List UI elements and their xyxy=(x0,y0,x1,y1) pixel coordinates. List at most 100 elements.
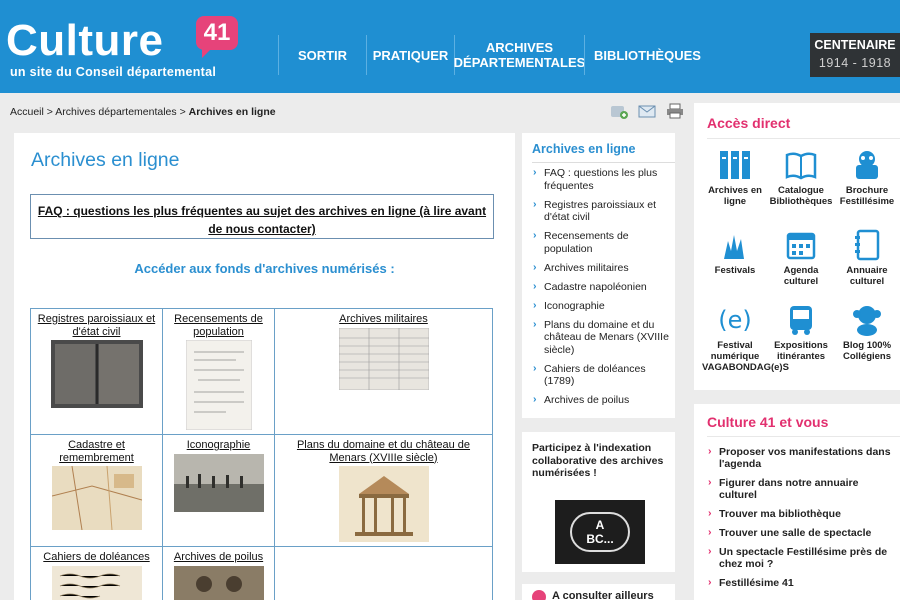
divider xyxy=(707,436,900,437)
directory-icon xyxy=(855,229,880,261)
archives-grid: Registres paroissiaux et d'état civil Re… xyxy=(30,308,493,600)
cell-link-iconographie[interactable]: Iconographie xyxy=(167,439,270,452)
recensements-thumbnail[interactable] xyxy=(185,340,252,430)
print-icon[interactable] xyxy=(666,103,684,119)
mail-icon[interactable] xyxy=(638,103,656,119)
grid-cell-iconographie[interactable]: Iconographie xyxy=(162,434,275,547)
doleances-thumbnail[interactable] xyxy=(51,565,142,600)
culture41-item[interactable]: Figurer dans notre annuaire culturel xyxy=(707,476,897,501)
grid-cell-poilus[interactable]: Archives de poilus xyxy=(162,546,275,600)
festival-hands-icon xyxy=(724,235,744,259)
access-brochure[interactable]: Brochure Festillésime xyxy=(834,147,900,207)
nav-sortir[interactable]: SORTIR xyxy=(278,35,366,75)
monkey-icon xyxy=(853,306,881,336)
submenu-item-recensements[interactable]: Recensements de population xyxy=(532,229,673,255)
access-expositions[interactable]: Expositions itinérantes xyxy=(768,302,834,362)
faq-box: FAQ : questions les plus fréquentes au s… xyxy=(30,194,494,239)
submenu-item-registres[interactable]: Registres paroissiaux et d'état civil xyxy=(532,198,673,224)
registres-thumbnail[interactable] xyxy=(50,340,143,408)
consult-elsewhere-title[interactable]: A consulter ailleurs xyxy=(552,590,654,600)
militaires-thumbnail[interactable] xyxy=(338,327,429,390)
submenu-item-poilus[interactable]: Archives de poilus xyxy=(532,393,673,407)
poilus-thumbnail[interactable] xyxy=(173,565,264,600)
cadastre-thumbnail[interactable] xyxy=(51,466,142,530)
site-logo[interactable]: Culture 41 un site du Conseil départemen… xyxy=(6,10,246,80)
breadcrumb-section[interactable]: Archives départementales xyxy=(55,106,176,118)
access-label: Blog 100% Collégiens xyxy=(842,340,892,362)
archives-icon xyxy=(720,151,750,179)
cell-link-menars[interactable]: Plans du domaine et du château de Menars… xyxy=(279,439,488,464)
page-title: Archives en ligne xyxy=(31,149,180,171)
grid-cell-militaires[interactable]: Archives militaires xyxy=(274,308,493,435)
access-label: Festival numérique VAGABONDAG(e)S xyxy=(702,340,789,373)
quick-access-panel: Accès direct Archives en ligne Catalogue… xyxy=(694,103,900,390)
grid-cell-empty xyxy=(274,546,493,600)
grid-cell-recensements[interactable]: Recensements de population xyxy=(162,308,275,435)
indexation-box[interactable]: Participez à l'indexation collaborative … xyxy=(522,432,675,572)
cell-link-recensements[interactable]: Recensements de population xyxy=(167,313,270,338)
access-vagabondages[interactable]: (e) Festival numérique VAGABONDAG(e)S xyxy=(702,302,789,373)
access-label: Agenda culturel xyxy=(783,265,819,287)
access-blog[interactable]: Blog 100% Collégiens xyxy=(834,302,900,362)
nav-pratiquer[interactable]: PRATIQUER xyxy=(366,35,454,75)
cell-link-cadastre[interactable]: Cadastre et remembrement xyxy=(35,439,158,464)
submenu-item-doleances[interactable]: Cahiers de doléances (1789) xyxy=(532,362,673,388)
breadcrumb-home[interactable]: Accueil xyxy=(10,106,44,118)
breadcrumb-current: Archives en ligne xyxy=(188,106,276,118)
consult-icon xyxy=(532,590,546,600)
culture41-item[interactable]: Festillésime 41 xyxy=(707,576,897,589)
culture41-item[interactable]: Trouver une salle de spectacle xyxy=(707,526,897,539)
submenu-item-iconographie[interactable]: Iconographie xyxy=(532,299,673,313)
iconographie-thumbnail[interactable] xyxy=(173,453,264,512)
submenu-item-faq[interactable]: FAQ : questions les plus fréquentes xyxy=(532,166,673,192)
cell-link-registres[interactable]: Registres paroissiaux et d'état civil xyxy=(35,313,158,338)
access-catalogue[interactable]: Catalogue Bibliothèques xyxy=(768,147,834,207)
logo-tagline: un site du Conseil départemental xyxy=(10,65,217,79)
access-agenda[interactable]: Agenda culturel xyxy=(768,227,834,287)
consult-elsewhere-box: A consulter ailleurs xyxy=(522,584,675,600)
grid-cell-doleances[interactable]: Cahiers de doléances xyxy=(30,546,163,600)
grid-cell-registres[interactable]: Registres paroissiaux et d'état civil xyxy=(30,308,163,435)
submenu-title[interactable]: Archives en ligne xyxy=(532,142,636,156)
menars-thumbnail[interactable] xyxy=(338,466,429,542)
culture41-item[interactable]: Un spectacle Festillésime près de chez m… xyxy=(707,545,897,570)
culture41-panel: Culture 41 et vous Proposer vos manifest… xyxy=(694,404,900,600)
culture41-title: Culture 41 et vous xyxy=(707,414,829,430)
nav-archives[interactable]: ARCHIVES DÉPARTEMENTALES xyxy=(454,35,585,75)
logo-wordmark: Culture xyxy=(6,16,164,65)
nav-bibliotheques[interactable]: BIBLIOTHÈQUES xyxy=(584,35,710,75)
page-tools xyxy=(610,103,684,119)
logo-badge: 41 xyxy=(196,16,238,58)
cell-link-doleances[interactable]: Cahiers de doléances xyxy=(35,551,158,564)
site-header: Culture 41 un site du Conseil départemen… xyxy=(0,0,900,93)
access-label: Catalogue Bibliothèques xyxy=(769,185,833,207)
access-annuaire[interactable]: Annuaire culturel xyxy=(834,227,900,287)
centenaire-years: 1914 - 1918 xyxy=(818,56,892,70)
culture41-item[interactable]: Trouver ma bibliothèque xyxy=(707,507,897,520)
culture41-item[interactable]: Proposer vos manifestations dans l'agend… xyxy=(707,445,897,470)
access-label: Archives en ligne xyxy=(708,185,762,207)
vagabondages-icon: (e) xyxy=(718,306,752,334)
access-festivals[interactable]: Festivals xyxy=(702,227,768,276)
calendar-icon xyxy=(786,232,816,260)
cell-link-militaires[interactable]: Archives militaires xyxy=(279,313,488,326)
cell-link-poilus[interactable]: Archives de poilus xyxy=(167,551,270,564)
grid-cell-menars[interactable]: Plans du domaine et du château de Menars… xyxy=(274,434,493,547)
archives-submenu: Archives en ligne FAQ : questions les pl… xyxy=(522,133,675,418)
submenu-item-cadastre[interactable]: Cadastre napoléonien xyxy=(532,280,673,294)
grid-cell-cadastre[interactable]: Cadastre et remembrement xyxy=(30,434,163,547)
indexation-logo[interactable]: A BC... xyxy=(555,500,645,564)
brochure-icon xyxy=(856,151,878,179)
abc-logo-line2: BC... xyxy=(586,532,614,546)
submenu-item-menars[interactable]: Plans du domaine et du château de Menars… xyxy=(532,318,673,357)
share-icon[interactable] xyxy=(610,103,628,119)
submenu-item-militaires[interactable]: Archives militaires xyxy=(532,261,673,275)
breadcrumb-separator: > xyxy=(43,106,56,118)
faq-link[interactable]: FAQ : questions les plus fréquentes au s… xyxy=(38,204,486,236)
indexation-text: Participez à l'indexation collaborative … xyxy=(532,442,664,479)
abc-logo-line1: A xyxy=(595,518,605,532)
centenaire-banner[interactable]: CENTENAIRE 1914 - 1918 xyxy=(810,33,900,77)
access-archives[interactable]: Archives en ligne xyxy=(702,147,768,207)
access-label: Expositions itinérantes xyxy=(774,340,828,362)
book-icon xyxy=(785,152,817,180)
